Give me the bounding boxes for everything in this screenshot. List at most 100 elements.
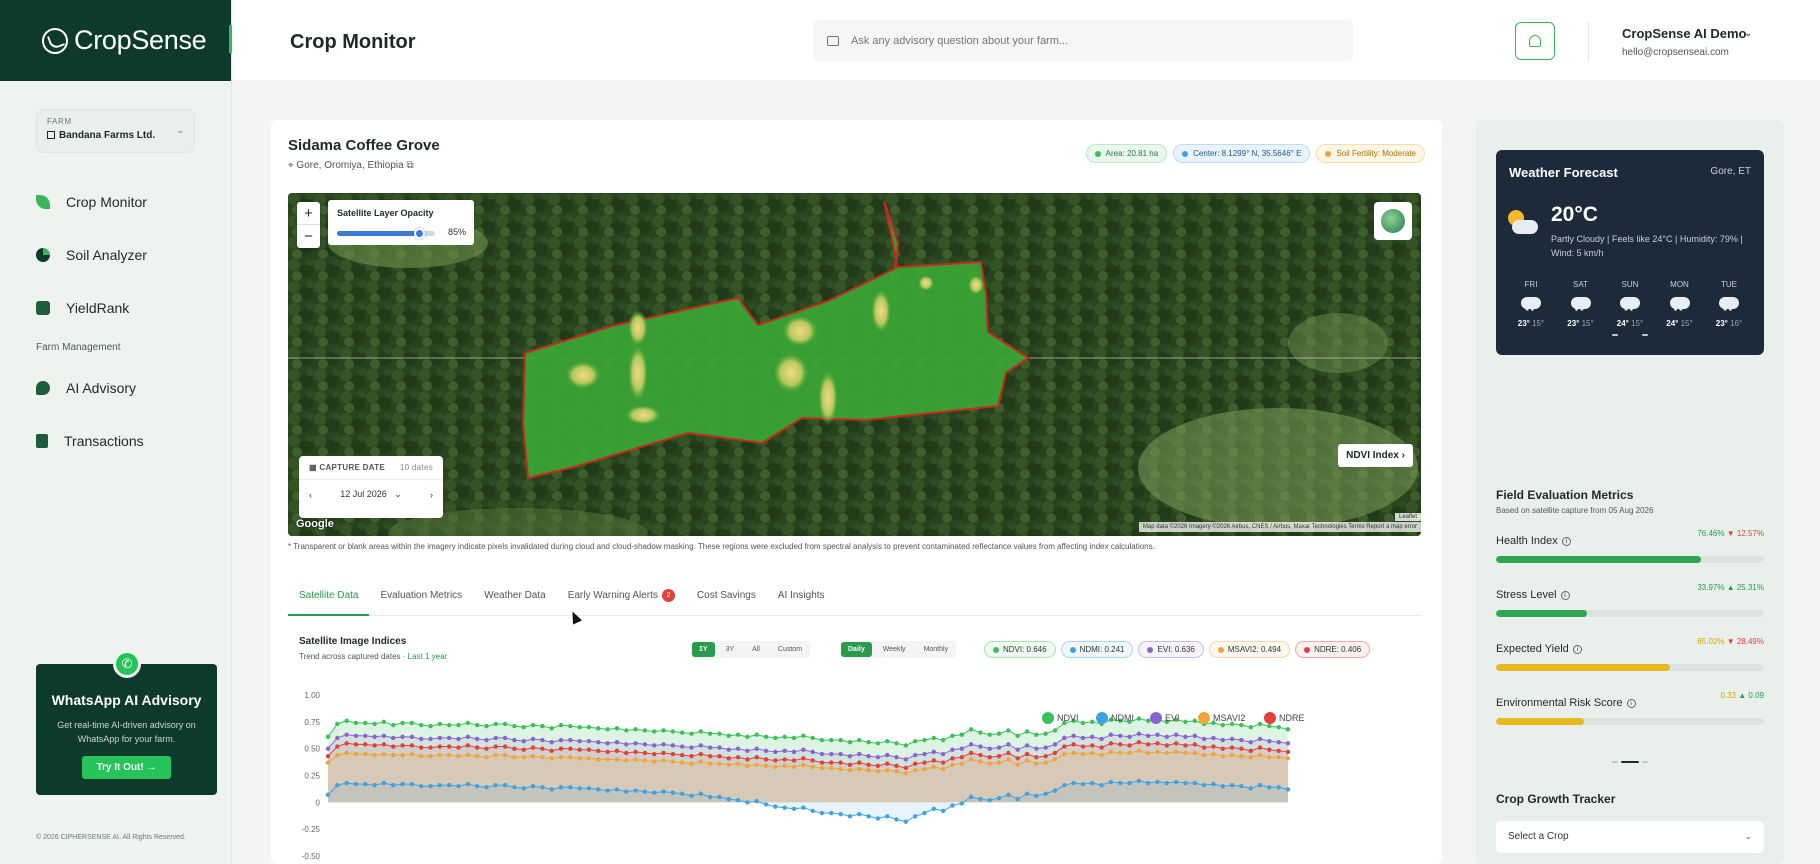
- data-point-ndmi[interactable]: [829, 810, 834, 816]
- legend-item[interactable]: EVI: [1150, 712, 1180, 724]
- data-point-ndvi[interactable]: [530, 722, 536, 728]
- data-point-ndmi[interactable]: [1118, 780, 1123, 786]
- data-point-ndmi[interactable]: [689, 793, 694, 799]
- data-point-evi[interactable]: [512, 737, 517, 743]
- data-point-ndre[interactable]: [903, 765, 909, 771]
- data-point-ndmi[interactable]: [707, 794, 713, 800]
- data-point-msavi2[interactable]: [1015, 762, 1020, 767]
- try-it-out-button[interactable]: Try It Out! →: [82, 756, 171, 779]
- data-point-ndmi[interactable]: [530, 784, 536, 789]
- data-point-evi[interactable]: [1248, 740, 1253, 745]
- data-point-ndvi[interactable]: [912, 738, 918, 744]
- data-point-ndmi[interactable]: [838, 811, 843, 817]
- data-point-msavi2[interactable]: [540, 755, 545, 760]
- data-point-ndre[interactable]: [1015, 756, 1020, 761]
- data-point-ndmi[interactable]: [1248, 786, 1253, 791]
- data-point-evi[interactable]: [502, 735, 508, 741]
- data-point-ndvi[interactable]: [857, 737, 862, 743]
- data-point-ndmi[interactable]: [1071, 780, 1076, 786]
- data-point-ndmi[interactable]: [866, 814, 871, 819]
- data-point-ndre[interactable]: [754, 755, 759, 760]
- data-point-ndmi[interactable]: [558, 785, 564, 790]
- data-point-ndre[interactable]: [419, 745, 424, 750]
- data-point-evi[interactable]: [717, 745, 722, 750]
- data-point-ndvi[interactable]: [801, 733, 806, 738]
- data-point-ndvi[interactable]: [335, 721, 340, 727]
- data-point-msavi2[interactable]: [400, 752, 405, 758]
- data-point-ndmi[interactable]: [726, 796, 731, 802]
- data-point-msavi2[interactable]: [335, 752, 340, 758]
- data-point-ndmi[interactable]: [1164, 780, 1170, 786]
- data-point-ndre[interactable]: [549, 748, 554, 754]
- data-point-msavi2[interactable]: [782, 763, 787, 769]
- data-point-ndre[interactable]: [1080, 744, 1086, 749]
- data-point-msavi2[interactable]: [987, 761, 992, 766]
- data-point-evi[interactable]: [1062, 735, 1067, 741]
- data-point-msavi2[interactable]: [363, 751, 368, 757]
- data-point-ndvi[interactable]: [419, 722, 424, 728]
- data-point-evi[interactable]: [596, 740, 601, 745]
- data-point-ndmi[interactable]: [652, 790, 657, 795]
- data-point-ndre[interactable]: [661, 750, 666, 756]
- data-point-ndvi[interactable]: [1034, 732, 1039, 737]
- data-point-evi[interactable]: [1183, 734, 1188, 740]
- data-point-msavi2[interactable]: [381, 751, 387, 757]
- data-point-ndmi[interactable]: [1015, 796, 1020, 802]
- data-point-evi[interactable]: [1108, 732, 1114, 737]
- data-point-ndmi[interactable]: [335, 782, 340, 788]
- data-point-evi[interactable]: [353, 733, 359, 738]
- zoom-out-button[interactable]: −: [297, 225, 320, 248]
- notifications-button[interactable]: [1515, 22, 1555, 60]
- data-point-evi[interactable]: [1006, 742, 1011, 747]
- data-point-ndvi[interactable]: [1145, 718, 1151, 723]
- data-point-ndvi[interactable]: [773, 735, 778, 741]
- data-point-ndre[interactable]: [1136, 740, 1142, 745]
- data-point-ndvi[interactable]: [763, 734, 769, 740]
- data-point-msavi2[interactable]: [372, 752, 377, 758]
- satellite-map[interactable]: + − Satellite Layer Opacity 85% ▦ CAPTUR…: [288, 193, 1421, 536]
- data-point-evi[interactable]: [549, 740, 554, 745]
- carousel-dot[interactable]: [1612, 761, 1618, 763]
- data-point-ndre[interactable]: [372, 743, 377, 748]
- carousel-dot-active[interactable]: [1621, 761, 1639, 763]
- data-point-ndre[interactable]: [1276, 748, 1281, 754]
- data-point-ndvi[interactable]: [1220, 722, 1225, 728]
- data-point-ndvi[interactable]: [502, 721, 508, 727]
- freq-monthly-button[interactable]: Monthly: [917, 642, 956, 657]
- data-point-ndmi[interactable]: [1099, 782, 1104, 788]
- data-point-evi[interactable]: [325, 746, 331, 751]
- data-point-msavi2[interactable]: [642, 758, 648, 763]
- range-1y-button[interactable]: 1Y: [692, 642, 715, 657]
- data-point-ndvi[interactable]: [372, 721, 377, 727]
- data-point-ndmi[interactable]: [419, 784, 424, 789]
- data-point-ndmi[interactable]: [931, 806, 937, 811]
- data-point-ndvi[interactable]: [325, 734, 331, 740]
- tab-cost-savings[interactable]: Cost Savings: [686, 580, 767, 616]
- ndvi-index-button[interactable]: NDVI Index ›: [1338, 444, 1413, 467]
- data-point-ndre[interactable]: [931, 758, 937, 763]
- data-point-ndre[interactable]: [1090, 743, 1095, 748]
- data-point-ndvi[interactable]: [922, 737, 927, 743]
- data-point-ndmi[interactable]: [717, 794, 722, 800]
- data-point-msavi2[interactable]: [978, 759, 983, 764]
- data-point-evi[interactable]: [1136, 731, 1142, 736]
- data-point-ndmi[interactable]: [875, 816, 881, 821]
- data-point-evi[interactable]: [1285, 741, 1291, 746]
- data-point-msavi2[interactable]: [624, 758, 629, 763]
- data-point-evi[interactable]: [754, 746, 759, 751]
- data-point-msavi2[interactable]: [745, 763, 750, 769]
- data-point-evi[interactable]: [903, 757, 909, 762]
- data-point-evi[interactable]: [922, 751, 927, 757]
- data-point-ndmi[interactable]: [1136, 778, 1142, 784]
- data-point-evi[interactable]: [465, 734, 471, 740]
- range-custom-button[interactable]: Custom: [771, 642, 809, 657]
- data-point-ndre[interactable]: [698, 751, 704, 757]
- advisory-search-input[interactable]: [851, 34, 1271, 47]
- data-point-ndvi[interactable]: [875, 741, 881, 746]
- data-point-ndmi[interactable]: [1080, 781, 1086, 787]
- data-point-ndvi[interactable]: [353, 720, 359, 726]
- data-point-ndmi[interactable]: [484, 785, 489, 790]
- data-point-evi[interactable]: [1043, 745, 1048, 750]
- data-point-ndre[interactable]: [894, 763, 899, 769]
- data-point-ndre[interactable]: [353, 742, 359, 747]
